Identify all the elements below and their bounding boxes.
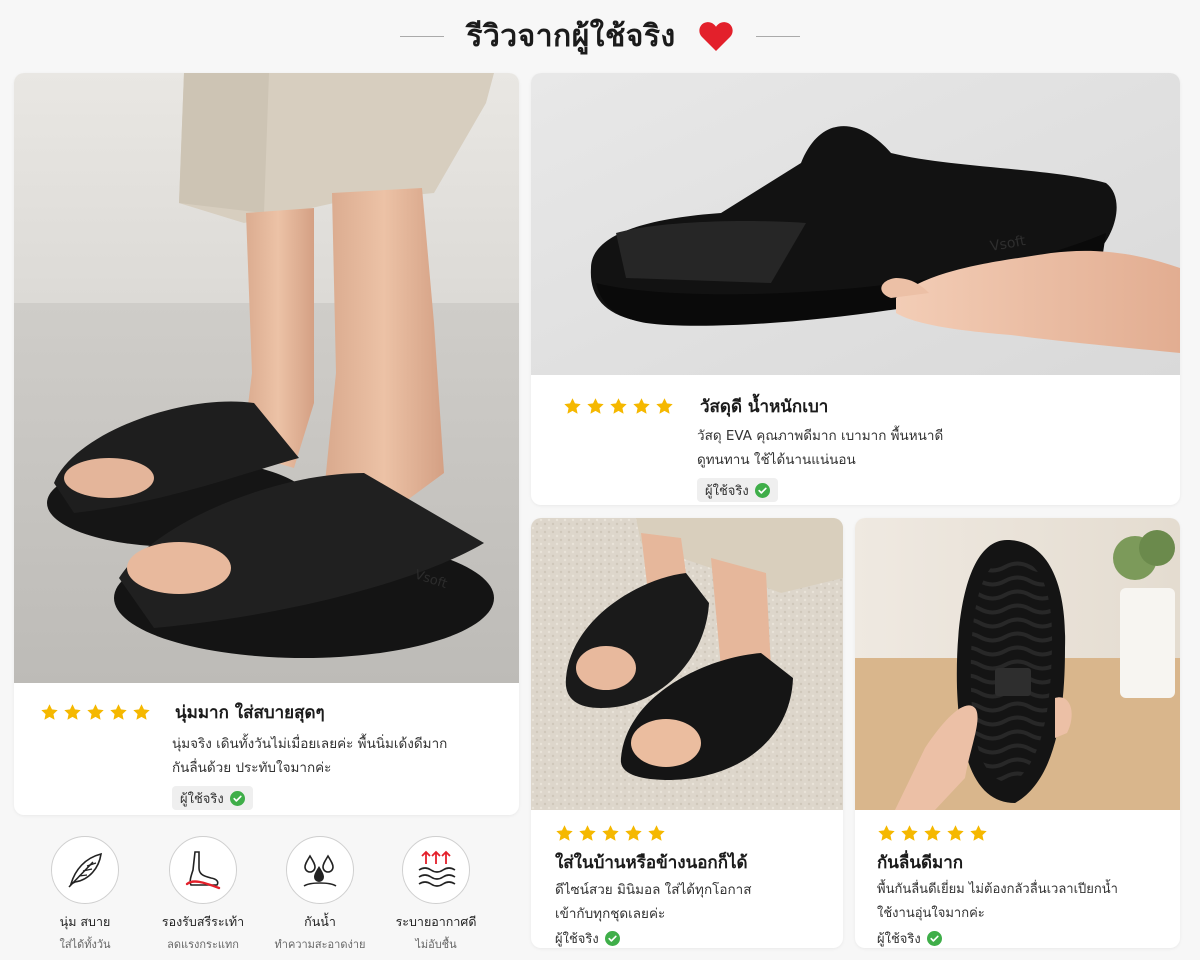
feature-icon-circle (286, 836, 354, 904)
badge-label: ผู้ใช้จริง (180, 791, 224, 807)
review-text-line: กันลื่นด้วย ประทับใจมากค่ะ (172, 760, 332, 776)
star-icon (924, 825, 941, 841)
review-title: นุ่มมาก ใส่สบายสุดๆ (175, 703, 325, 723)
product-photo-feet-standing: Vsoft (14, 73, 519, 683)
review-text-line: พื้นกันลื่นดีเยี่ยม ไม่ต้องกลัวลื่นเวลาเ… (877, 882, 1118, 897)
product-photo-hand-holding: Vsoft (531, 73, 1180, 375)
foot-arch-icon (185, 851, 221, 890)
review-1: นุ่มมาก ใส่สบายสุดๆ นุ่มจริง เดินทั้งวัน… (40, 699, 500, 810)
review-title: วัสดุดี น้ำหนักเบา (700, 397, 829, 417)
review-title: ใส่ในบ้านหรือข้างนอกก็ได้ (555, 853, 748, 873)
product-photo-on-rug (531, 518, 843, 810)
star-icon (564, 398, 581, 414)
star-rating (40, 703, 151, 722)
star-icon (602, 825, 619, 841)
feature-label: นุ่ม สบาย (59, 914, 111, 929)
water-drops-icon (303, 854, 337, 887)
check-circle-icon (926, 930, 942, 946)
review-card-4: กันลื่นดีมาก พื้นกันลื่นดีเยี่ยม ไม่ต้อง… (855, 518, 1180, 948)
star-icon (947, 825, 964, 841)
star-icon (633, 398, 650, 414)
badge-label: ผู้ใช้จริง (555, 931, 599, 947)
star-icon (64, 704, 81, 720)
feature-sublabel: ทำความสะอาดง่าย (274, 938, 366, 951)
star-icon (648, 825, 665, 841)
star-rating (877, 824, 1172, 843)
review-text-line: ดีไซน์สวย มินิมอล ใส่ได้ทุกโอกาส (555, 882, 752, 898)
star-icon (556, 825, 573, 841)
feature-breathable: ระบายอากาศดี ไม่อับชื้น (381, 836, 491, 953)
star-icon (901, 825, 918, 841)
star-rating (555, 824, 835, 843)
check-circle-icon (754, 482, 770, 498)
check-circle-icon (604, 930, 620, 946)
section-header: รีวิวจากผู้ใช้จริง (0, 0, 1200, 72)
star-icon (878, 825, 895, 841)
product-photo-sole (855, 518, 1180, 810)
badge-label: ผู้ใช้จริง (877, 931, 921, 947)
page-title: รีวิวจากผู้ใช้จริง (466, 18, 676, 54)
feature-waterproof: กันน้ำ ทำความสะอาดง่าย (265, 836, 375, 953)
feature-label: กันน้ำ (304, 914, 336, 929)
feature-label: ระบายอากาศดี (395, 914, 477, 929)
verified-user-badge: ผู้ใช้จริง (877, 926, 950, 948)
feature-arch-support: รองรับสรีระเท้า ลดแรงกระแทก (148, 836, 258, 953)
verified-user-badge: ผู้ใช้จริง (172, 786, 253, 810)
feature-icon-circle (51, 836, 119, 904)
review-text-line: นุ่มจริง เดินทั้งวันไม่เมื่อยเลยค่ะ พื้น… (172, 736, 448, 752)
star-icon (579, 825, 596, 841)
feature-icon-circle (169, 836, 237, 904)
star-icon (587, 398, 604, 414)
star-icon (41, 704, 58, 720)
badge-label: ผู้ใช้จริง (705, 483, 749, 499)
feature-icon-circle (402, 836, 470, 904)
star-icon (610, 398, 627, 414)
review-text-line: ใช้งานอุ่นใจมากค่ะ (877, 906, 985, 921)
feature-sublabel: ใส่ได้ทั้งวัน (59, 938, 111, 951)
review-text-line: วัสดุ EVA คุณภาพดีมาก เบามาก พื้นหนาดี (697, 428, 944, 444)
verified-user-badge: ผู้ใช้จริง (555, 926, 628, 948)
star-icon (87, 704, 104, 720)
header-divider-left (400, 35, 445, 37)
heart-icon (699, 22, 733, 51)
feather-icon (68, 852, 102, 888)
review-card-2: Vsoft วัสดุดี น้ำหนักเบา วัสดุ EVA คุณภา… (531, 73, 1180, 505)
review-text-line: ดูทนทาน ใช้ได้นานแน่นอน (697, 452, 856, 468)
review-2: วัสดุดี น้ำหนักเบา วัสดุ EVA คุณภาพดีมาก… (563, 393, 1163, 502)
star-icon (110, 704, 127, 720)
verified-user-badge: ผู้ใช้จริง (697, 478, 778, 502)
star-rating (563, 397, 674, 416)
review-3: ใส่ในบ้านหรือข้างนอกก็ได้ ดีไซน์สวย มินิ… (555, 824, 835, 948)
feature-label: รองรับสรีระเท้า (161, 914, 245, 929)
feature-sublabel: ลดแรงกระแทก (167, 938, 239, 951)
star-icon (133, 704, 150, 720)
check-circle-icon (229, 790, 245, 806)
star-icon (656, 398, 673, 414)
star-icon (970, 825, 987, 841)
feature-soft-comfort: นุ่ม สบาย ใส่ได้ทั้งวัน (30, 836, 140, 953)
ventilation-icon (418, 850, 456, 887)
header-divider-right (755, 35, 800, 37)
review-card-3: ใส่ในบ้านหรือข้างนอกก็ได้ ดีไซน์สวย มินิ… (531, 518, 843, 948)
review-text-line: เข้ากับทุกชุดเลยค่ะ (555, 906, 666, 922)
review-4: กันลื่นดีมาก พื้นกันลื่นดีเยี่ยม ไม่ต้อง… (877, 824, 1172, 948)
star-icon (625, 825, 642, 841)
feature-sublabel: ไม่อับชื้น (415, 938, 457, 951)
review-card-1: Vsoft นุ่มมาก ใส่สบายสุดๆ นุ่มจริง เดินท… (14, 73, 519, 815)
review-title: กันลื่นดีมาก (877, 853, 964, 873)
